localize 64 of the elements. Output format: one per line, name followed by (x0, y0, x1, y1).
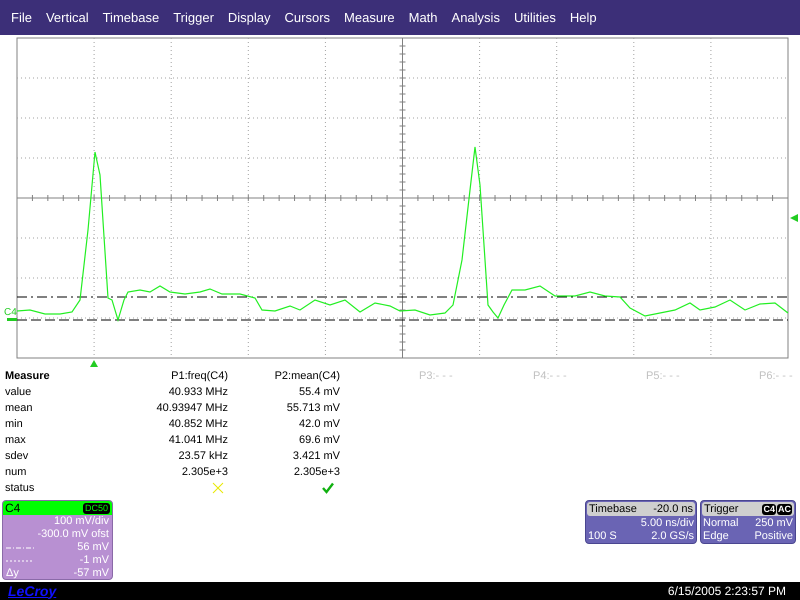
menu-item[interactable]: Timebase (96, 8, 166, 26)
panel-label: 100 S (588, 530, 617, 543)
trigger-level-marker (790, 214, 798, 222)
channel-panel[interactable]: C4 DC50 100 mV/div -300.0 mV ofst 56 mV -1 mV Δy -57 mV (2, 500, 113, 580)
table-cell-text: 55.4 mV (298, 385, 340, 400)
delta-label: Δy (6, 567, 19, 579)
table-cell-text: 23.57 kHz (177, 449, 228, 464)
menu-item[interactable]: Analysis (444, 8, 507, 26)
menu-item[interactable]: Math (402, 8, 445, 26)
table-cell-text: 3.421 mV (292, 449, 340, 464)
table-cell-text: 40.933 MHz (168, 385, 228, 400)
row-label: num (5, 465, 28, 480)
dotted-line-icon (6, 558, 34, 562)
panel-label: Normal (703, 517, 738, 530)
menu-item[interactable]: File (4, 8, 39, 26)
row-label: max (5, 433, 27, 448)
panel-value: 100 mV/div (54, 515, 109, 528)
dash-dot-line-icon (6, 546, 34, 550)
panel-value: Positive (754, 530, 793, 543)
panel-label: Edge (703, 530, 729, 543)
trigger-panel[interactable]: Trigger C4 AC Normal 250 mV Edge Positive (700, 500, 796, 544)
timebase-panel[interactable]: Timebase -20.0 ns 5.00 ns/div 100 S 2.0 GS/s (585, 500, 697, 544)
date-time: 6/15/2005 2:23:57 PM (668, 583, 786, 600)
menu-item[interactable]: Utilities (506, 8, 563, 26)
menu-item[interactable]: Cursors (278, 8, 338, 26)
panel-value: -20.0 ns (653, 502, 693, 516)
table-cell-text: 2.305e+3 (180, 465, 228, 480)
row-label: status (5, 481, 36, 496)
row-label: min (5, 417, 24, 432)
panel-value: 250 mV (755, 517, 793, 530)
menu-item[interactable]: Display (220, 8, 278, 26)
panel-title: Timebase (589, 502, 637, 516)
parameter-heading[interactable]: P2:mean(C4) (228, 368, 340, 384)
panel-value: -300.0 mV ofst (37, 528, 109, 541)
menu-item[interactable]: Trigger (166, 8, 221, 26)
row-label: value (5, 385, 32, 400)
table-cell-text: 55.713 mV (286, 401, 340, 416)
menu-item[interactable]: Help (562, 8, 604, 26)
panel-value: 2.0 GS/s (651, 530, 694, 543)
table-cell-text: 40.93947 MHz (155, 401, 228, 416)
trigger-position-marker (90, 360, 98, 367)
channel-label: C4 (4, 307, 17, 318)
measure-title: Measure (5, 369, 51, 384)
table-cell-text: 42.0 mV (298, 417, 340, 432)
panel-value: 5.00 ns/div (640, 517, 694, 530)
coupling-badge: DC50 (82, 502, 110, 514)
ground-level-marker (7, 318, 17, 321)
row-label: sdev (5, 449, 30, 464)
panel-title: Trigger (704, 502, 738, 516)
table-cell-text: 69.6 mV (298, 433, 340, 448)
menu-item[interactable]: Vertical (38, 8, 96, 26)
panel-value: 56 mV (77, 541, 109, 554)
menu-item[interactable]: Measure (337, 8, 402, 26)
trigger-badge: AC (777, 504, 792, 514)
row-label: mean (5, 401, 34, 416)
trigger-badge: C4 (762, 504, 776, 514)
cursor-line[interactable] (16, 296, 788, 298)
parameter-heading[interactable]: P1:freq(C4) (85, 368, 228, 384)
panel-value: -1 mV (80, 554, 109, 567)
table-cell-text: 2.305e+3 (292, 465, 340, 480)
channel-name: C4 (5, 501, 20, 517)
table-cell-text: 41.041 MHz (168, 433, 228, 448)
table-cell-text: 40.852 MHz (168, 417, 228, 432)
panel-value: -57 mV (74, 567, 109, 579)
